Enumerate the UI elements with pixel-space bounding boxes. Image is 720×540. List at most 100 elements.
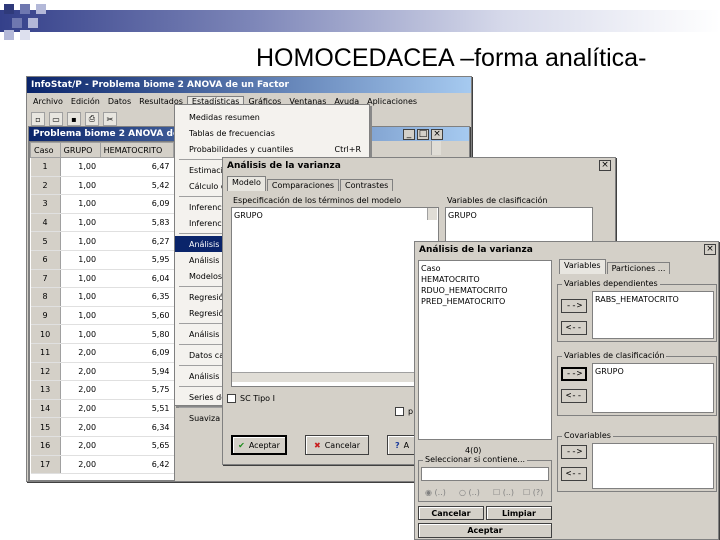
table-row[interactable]: 12 2,00 5,94 xyxy=(30,362,174,382)
row-case-cell[interactable]: 12 xyxy=(30,362,61,382)
hematocrito-cell[interactable]: 5,80 xyxy=(100,324,174,344)
table-row[interactable]: 2 1,00 5,42 xyxy=(30,176,174,196)
dialog2-clear-button[interactable]: Limpiar xyxy=(486,506,552,520)
hematocrito-cell[interactable]: 5,75 xyxy=(100,380,174,400)
grupo-cell[interactable]: 1,00 xyxy=(60,250,101,270)
remove-classification-button[interactable]: <-- xyxy=(561,389,587,403)
grupo-cell[interactable]: 2,00 xyxy=(60,399,101,419)
menu-item-tablas-frecuencias[interactable]: Tablas de frecuencias xyxy=(175,125,369,141)
grupo-cell[interactable]: 1,00 xyxy=(60,324,101,344)
menu-archivo[interactable]: Archivo xyxy=(29,97,67,106)
table-row[interactable]: 6 1,00 5,95 xyxy=(30,250,174,270)
dialog1-close-icon[interactable]: × xyxy=(599,160,611,171)
menu-datos[interactable]: Datos xyxy=(104,97,135,106)
model-terms-scroll-h[interactable] xyxy=(232,372,428,382)
filter-input[interactable] xyxy=(421,467,549,481)
hematocrito-cell[interactable]: 6,34 xyxy=(100,417,174,437)
grupo-cell[interactable]: 1,00 xyxy=(60,269,101,289)
grupo-cell[interactable]: 1,00 xyxy=(60,194,101,214)
hematocrito-cell[interactable]: 5,94 xyxy=(100,362,174,382)
tab-contrastes[interactable]: Contrastes xyxy=(340,179,394,191)
hematocrito-cell[interactable]: 5,95 xyxy=(100,250,174,270)
option-p-checkbox[interactable] xyxy=(395,407,404,416)
menu-item-probabilidades[interactable]: Probabilidades y cuantiles Ctrl+R xyxy=(175,141,369,157)
class-var-item[interactable]: GRUPO xyxy=(448,210,590,221)
row-case-cell[interactable]: 6 xyxy=(30,250,61,270)
variable-item[interactable]: Caso xyxy=(421,263,549,274)
row-case-cell[interactable]: 7 xyxy=(30,269,61,289)
grupo-cell[interactable]: 2,00 xyxy=(60,455,101,475)
table-row[interactable]: 5 1,00 6,27 xyxy=(30,231,174,251)
menu-aplicaciones[interactable]: Aplicaciones xyxy=(363,97,421,106)
grupo-cell[interactable]: 1,00 xyxy=(60,176,101,196)
classification-var-item[interactable]: GRUPO xyxy=(595,366,711,377)
column-header-hematocrito[interactable]: HEMATOCRITO xyxy=(99,142,175,158)
table-row[interactable]: 3 1,00 6,09 xyxy=(30,194,174,214)
row-case-cell[interactable]: 17 xyxy=(30,455,61,475)
row-case-cell[interactable]: 8 xyxy=(30,287,61,307)
close-icon[interactable]: × xyxy=(431,129,443,140)
row-case-cell[interactable]: 5 xyxy=(30,231,61,251)
dependent-vars-list[interactable]: RABS_HEMATOCRITO xyxy=(592,291,714,339)
hematocrito-cell[interactable]: 6,42 xyxy=(100,455,174,475)
row-case-cell[interactable]: 10 xyxy=(30,324,61,344)
dialog1-help-button[interactable]: ? A xyxy=(387,435,417,455)
tab-comparaciones[interactable]: Comparaciones xyxy=(266,179,340,191)
table-row[interactable]: 8 1,00 6,35 xyxy=(30,287,174,307)
hematocrito-cell[interactable]: 5,83 xyxy=(100,213,174,233)
filter-option-1[interactable]: ◉ (..) xyxy=(425,488,446,497)
dialog2-close-icon[interactable]: × xyxy=(704,244,716,255)
table-row[interactable]: 7 1,00 6,04 xyxy=(30,269,174,289)
add-classification-button[interactable]: --> xyxy=(561,367,587,381)
row-case-cell[interactable]: 15 xyxy=(30,417,61,437)
add-dependent-button[interactable]: --> xyxy=(561,299,587,313)
print-icon[interactable]: ⎙ xyxy=(85,112,99,126)
row-case-cell[interactable]: 1 xyxy=(30,157,61,177)
dialog1-cancel-button[interactable]: ✖ Cancelar xyxy=(305,435,369,455)
grupo-cell[interactable]: 2,00 xyxy=(60,417,101,437)
dialog2-accept-button[interactable]: Aceptar xyxy=(418,523,552,538)
hematocrito-cell[interactable]: 5,42 xyxy=(100,176,174,196)
filter-option-2[interactable]: ○ (..) xyxy=(459,488,480,497)
grupo-cell[interactable]: 1,00 xyxy=(60,213,101,233)
model-terms-list[interactable]: GRUPO xyxy=(231,207,439,387)
table-row[interactable]: 9 1,00 5,60 xyxy=(30,306,174,326)
table-row[interactable]: 14 2,00 5,51 xyxy=(30,399,174,419)
variable-item[interactable]: HEMATOCRITO xyxy=(421,274,549,285)
table-row[interactable]: 13 2,00 5,75 xyxy=(30,380,174,400)
variable-item[interactable]: RDUO_HEMATOCRITO xyxy=(421,285,549,296)
table-row[interactable]: 17 2,00 6,42 xyxy=(30,455,174,475)
variable-item[interactable]: PRED_HEMATOCRITO xyxy=(421,296,549,307)
cut-icon[interactable]: ✂ xyxy=(103,112,117,126)
covariates-list[interactable] xyxy=(592,443,714,489)
grupo-cell[interactable]: 2,00 xyxy=(60,436,101,456)
row-case-cell[interactable]: 16 xyxy=(30,436,61,456)
grupo-cell[interactable]: 1,00 xyxy=(60,287,101,307)
filter-option-3[interactable]: ☐ (..) xyxy=(493,488,514,497)
model-terms-scroll-up[interactable] xyxy=(427,208,437,220)
tab-variables[interactable]: Variables xyxy=(559,259,606,274)
hematocrito-cell[interactable]: 6,35 xyxy=(100,287,174,307)
maximize-icon[interactable]: □ xyxy=(417,129,429,140)
hematocrito-cell[interactable]: 6,04 xyxy=(100,269,174,289)
new-file-icon[interactable]: ▫ xyxy=(31,112,45,126)
dependent-var-item[interactable]: RABS_HEMATOCRITO xyxy=(595,294,711,305)
hematocrito-cell[interactable]: 5,51 xyxy=(100,399,174,419)
row-case-cell[interactable]: 2 xyxy=(30,176,61,196)
menu-item-medidas-resumen[interactable]: Medidas resumen xyxy=(175,109,369,125)
minimize-icon[interactable]: _ xyxy=(403,129,415,140)
grupo-cell[interactable]: 1,00 xyxy=(60,157,101,177)
hematocrito-cell[interactable]: 5,60 xyxy=(100,306,174,326)
source-variables-list[interactable]: Caso HEMATOCRITO RDUO_HEMATOCRITO PRED_H… xyxy=(418,260,552,440)
table-row[interactable]: 11 2,00 6,09 xyxy=(30,343,174,363)
hematocrito-cell[interactable]: 5,65 xyxy=(100,436,174,456)
row-case-cell[interactable]: 14 xyxy=(30,399,61,419)
filter-option-4[interactable]: ☐ (?) xyxy=(523,488,543,497)
column-header-caso[interactable]: Caso xyxy=(30,142,61,158)
hematocrito-cell[interactable]: 6,27 xyxy=(100,231,174,251)
row-case-cell[interactable]: 9 xyxy=(30,306,61,326)
hematocrito-cell[interactable]: 6,47 xyxy=(100,157,174,177)
column-header-grupo[interactable]: GRUPO xyxy=(59,142,101,158)
grupo-cell[interactable]: 2,00 xyxy=(60,380,101,400)
scroll-up-button[interactable] xyxy=(431,141,441,155)
